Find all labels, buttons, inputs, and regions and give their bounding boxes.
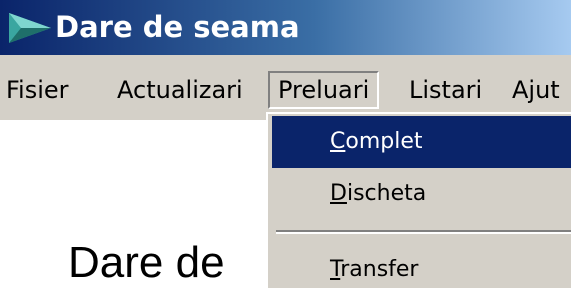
menu-separator — [276, 230, 571, 234]
app-play-icon — [9, 13, 51, 43]
window-title: Dare de seama — [55, 10, 300, 44]
menu-listari[interactable]: Listari — [409, 71, 482, 109]
menu-fisier[interactable]: Fisier — [6, 71, 69, 109]
menu-actualizari[interactable]: Actualizari — [117, 71, 243, 109]
application-window: Dare de seama Fisier Actualizari Preluar… — [0, 0, 571, 288]
menu-option-label: omplet — [345, 129, 423, 154]
menu-option-complet[interactable]: Complet — [272, 116, 571, 168]
menu-option-label: ransfer — [340, 257, 419, 282]
page-heading: Dare de — [68, 238, 225, 287]
preluari-dropdown-menu: Complet Discheta Transfer — [266, 112, 571, 288]
mnemonic-letter: D — [330, 181, 347, 206]
mnemonic-letter: T — [330, 257, 341, 282]
title-bar[interactable]: Dare de seama — [0, 0, 571, 55]
menu-option-transfer[interactable]: Transfer — [272, 244, 571, 288]
mnemonic-letter: C — [330, 129, 346, 154]
menu-option-label: ischeta — [346, 181, 427, 206]
menu-ajutor[interactable]: Ajut — [512, 71, 560, 109]
menu-option-discheta[interactable]: Discheta — [272, 168, 571, 220]
menu-bar: Fisier Actualizari Preluari Listari Ajut — [0, 55, 571, 120]
menu-preluari[interactable]: Preluari — [268, 71, 380, 109]
